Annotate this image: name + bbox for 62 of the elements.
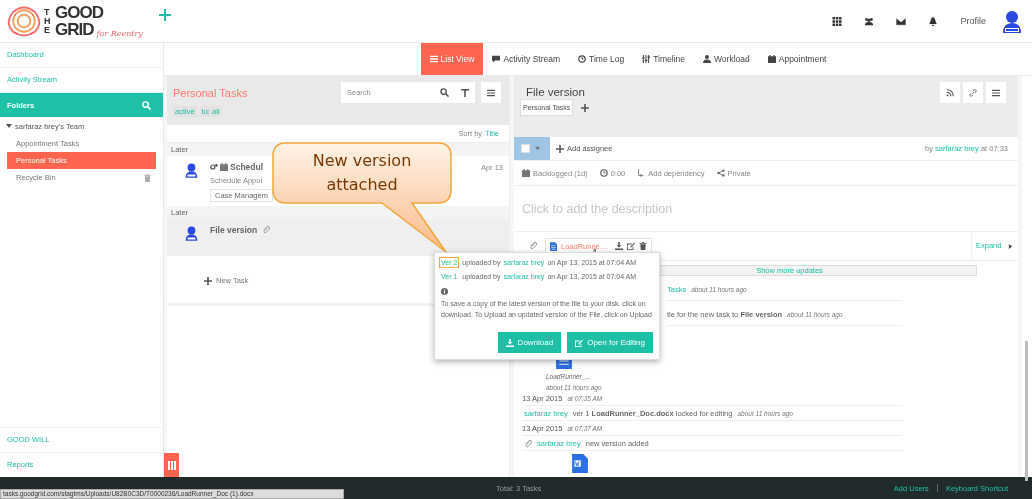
scrollbar[interactable] [1025, 341, 1028, 481]
mail-icon[interactable] [896, 16, 907, 26]
plus-icon [556, 144, 564, 153]
open-edit-button[interactable]: Open for Editing [567, 332, 653, 353]
task-title: File version [210, 225, 258, 235]
menu-button[interactable] [481, 82, 501, 103]
plus-icon [204, 276, 212, 285]
task-row[interactable]: File version [167, 219, 509, 256]
calendar-icon [220, 163, 228, 171]
description-field[interactable]: Click to add the description [514, 186, 1018, 232]
collapse-handle[interactable] [164, 453, 179, 477]
list-icon [429, 55, 438, 63]
menu-icon [487, 88, 495, 97]
users-icon[interactable] [864, 16, 875, 26]
rss-icon [946, 88, 954, 97]
edit-icon[interactable] [627, 242, 636, 250]
user-avatar-icon[interactable] [1002, 9, 1022, 33]
cogs-icon [210, 163, 218, 171]
edit-icon [575, 338, 584, 347]
caret-icon [535, 146, 540, 151]
download-icon [505, 338, 514, 347]
user-avatar-icon [185, 225, 198, 241]
download-button[interactable]: Download [497, 332, 562, 353]
rss-button[interactable] [940, 82, 960, 103]
view-tab[interactable]: List View [420, 43, 484, 75]
add-icon[interactable] [581, 103, 590, 112]
filter-icon [461, 88, 469, 97]
task-title: File version [525, 85, 586, 98]
share-icon [716, 169, 725, 177]
comment-icon [492, 55, 501, 63]
link-icon [969, 88, 977, 97]
logo-tagline: for Reentry [96, 30, 143, 38]
logo-prefix: THE [44, 7, 52, 35]
bell-icon[interactable] [928, 16, 939, 26]
logo-text: GRID [55, 21, 94, 38]
callout-tooltip: New version attached [272, 142, 452, 254]
word-document-icon [572, 454, 588, 473]
grid-icon[interactable] [832, 16, 843, 26]
logo-text: GOOD [55, 4, 105, 21]
menu-icon [992, 88, 1000, 97]
calendar-icon [522, 169, 530, 177]
info-icon [441, 288, 448, 295]
panel-title: Personal Tasks [173, 86, 249, 99]
calendar-icon [767, 55, 776, 63]
paperclip-icon [528, 242, 537, 250]
paperclip-icon [262, 226, 271, 234]
clock-icon [578, 55, 587, 63]
paperclip-icon [524, 439, 532, 448]
user-icon [703, 55, 711, 63]
caret-icon [6, 123, 12, 129]
trash-icon[interactable] [639, 242, 648, 250]
caret-icon [1008, 243, 1013, 249]
clock-icon [599, 169, 608, 177]
download-icon[interactable] [615, 242, 624, 250]
profile-link[interactable]: Profile [960, 16, 986, 26]
user-avatar-icon [185, 162, 198, 178]
dependency-icon [637, 169, 646, 177]
menu-button[interactable] [986, 82, 1006, 103]
columns-icon [167, 460, 176, 470]
task-title: Schedul [230, 162, 264, 172]
timeline-icon [642, 55, 651, 63]
filter-button[interactable] [455, 82, 475, 103]
